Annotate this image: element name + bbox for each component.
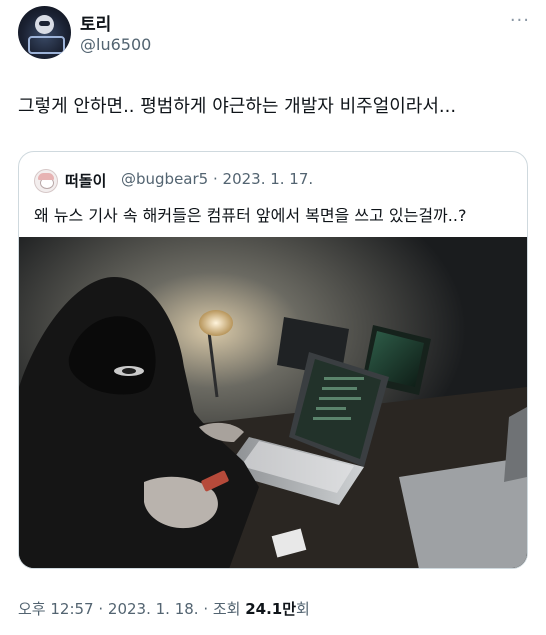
author-name[interactable]: 토리 bbox=[80, 10, 111, 35]
author-avatar[interactable] bbox=[18, 6, 71, 59]
quoted-author-avatar[interactable] bbox=[34, 169, 58, 193]
hacker-photo[interactable] bbox=[19, 237, 527, 569]
avatar-desk bbox=[28, 36, 65, 54]
views-label: · 조회 bbox=[198, 600, 246, 618]
tweet-text: 그렇게 안하면.. 평범하게 야근하는 개발자 비주얼이라서... bbox=[18, 96, 457, 117]
quoted-tweet-card[interactable]: 떠돌이 @bugbear5 · 2023. 1. 17. 왜 뉴스 기사 속 해… bbox=[18, 151, 528, 569]
avatar-figure bbox=[35, 15, 54, 34]
author-handle[interactable]: @lu6500 bbox=[80, 35, 151, 54]
tweet-footer: 오후 12:57 · 2023. 1. 18. · 조회 24.1만회 bbox=[18, 598, 310, 619]
tweet-timestamp[interactable]: 오후 12:57 · 2023. 1. 18. bbox=[18, 600, 199, 618]
views-count: 24.1만 bbox=[245, 600, 297, 618]
more-options-icon[interactable]: ··· bbox=[510, 10, 530, 31]
quoted-tweet-text: 왜 뉴스 기사 속 해커들은 컴퓨터 앞에서 복면을 쓰고 있는걸까..? bbox=[34, 206, 467, 225]
views-suffix: 회 bbox=[296, 600, 310, 618]
quoted-author-name: 떠돌이 bbox=[65, 172, 107, 190]
quoted-author-handle: @bugbear5 bbox=[121, 170, 209, 188]
quoted-meta: @bugbear5 · 2023. 1. 17. bbox=[121, 170, 313, 188]
quoted-date: · 2023. 1. 17. bbox=[212, 170, 314, 188]
